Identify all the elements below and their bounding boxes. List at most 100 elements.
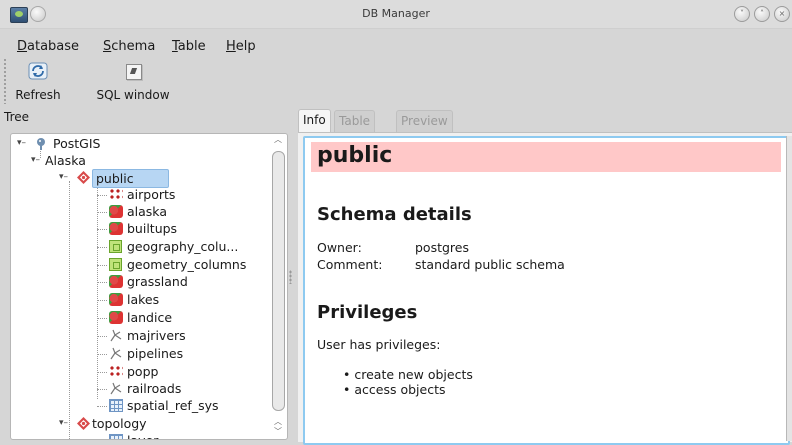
tree-guide [97,282,107,283]
tree-node-label: spatial_ref_sys [127,398,219,413]
tree-view[interactable]: ▾– PostGIS ▾– Alaska ▾– public airports … [10,133,288,440]
tree-node-label: geometry_columns [127,257,247,272]
schema-icon [77,417,90,430]
tree-node-label: railroads [127,381,182,396]
tree-guide [97,195,107,196]
tree-node-label: Alaska [45,153,86,168]
sql-window-button[interactable]: SQL window [92,58,174,104]
tree-node-label: landice [127,310,173,325]
maximize-button[interactable]: ˄ [754,6,770,22]
polygon-layer-icon [109,311,123,324]
tree-guide [97,300,107,301]
tree-guide [97,372,107,373]
polygon-layer-icon [109,222,123,235]
tab-preview[interactable]: Preview [396,110,453,132]
tree-guide [97,181,98,399]
polygon-layer-icon [109,205,123,218]
collapse-arrow-icon[interactable]: ▾– [59,169,68,186]
menu-table[interactable]: Table [172,39,206,54]
tree-node-label: grassland [127,274,188,289]
sql-window-icon [126,64,142,80]
tree-node-label: layer [127,432,158,439]
tree-node-label: popp [127,364,159,379]
menu-database[interactable]: Database [17,39,79,54]
refresh-button[interactable]: Refresh [10,58,66,104]
info-view: public Schema details Owner: postgres Co… [303,136,790,445]
menu-help-mnemonic: H [226,39,236,54]
menu-help-label: elp [235,39,256,54]
info-title: public [317,143,393,168]
tree-guide [97,336,107,337]
window-title: DB Manager [362,7,430,20]
privilege-text: access objects [354,382,446,397]
scroll-up-arrow-icon[interactable]: ︿ [272,135,284,145]
tree-guide [97,247,107,248]
minimize-button[interactable]: ˅ [734,6,750,22]
title-bar: DB Manager ˅ ˄ × [0,0,792,29]
collapse-arrow-icon[interactable]: ▾– [59,415,68,432]
tree-guide [97,229,107,230]
tree-node-label: topology [92,416,147,431]
toolbar: Refresh SQL window [0,56,792,106]
line-layer-icon [110,329,122,342]
scrollbar-thumb[interactable] [272,151,285,411]
polygon-layer-icon [109,293,123,306]
privilege-item: • access objects [343,382,446,397]
toolbar-grip[interactable] [3,58,7,104]
info-title-band: public [311,142,781,172]
menu-database-label: atabase [27,39,80,54]
tree-node-label: pipelines [127,346,184,361]
tree-node-label: PostGIS [53,136,101,151]
tab-info[interactable]: Info [298,109,331,133]
tree-node-label: alaska [127,204,167,219]
tree-node-label: airports [127,187,176,202]
view-icon [109,240,122,253]
view-icon [109,258,122,271]
tree-guide [97,389,107,390]
menu-table-label: able [177,39,206,54]
menu-schema[interactable]: Schema [103,39,155,54]
privileges-intro: User has privileges: [317,337,441,352]
tree-guide [69,181,70,439]
tree-node-label: geography_colu... [127,239,239,254]
schema-icon [77,171,90,184]
refresh-label: Refresh [15,88,61,102]
tree-node-label: builtups [127,221,178,236]
tree-guide [97,212,107,213]
scroll-up-arrow-icon[interactable]: ︿ [272,417,284,427]
schema-details-heading: Schema details [317,204,472,225]
line-layer-icon [110,347,122,360]
pane-splitter[interactable] [289,270,292,284]
owner-value: postgres [415,240,469,255]
tree-guide [97,406,107,407]
scroll-down-arrow-icon[interactable]: ﹀ [272,427,284,437]
menu-database-mnemonic: D [17,39,28,54]
table-icon [109,399,123,412]
menu-help[interactable]: Help [226,39,256,54]
sql-window-label: SQL window [96,88,170,102]
line-layer-icon [110,382,122,395]
table-icon [109,434,123,439]
info-scrollbar[interactable] [786,136,792,441]
privilege-text: create new objects [354,367,473,382]
point-layer-icon [109,365,123,378]
tree-dock-title: Tree [4,110,30,124]
comment-label: Comment: [317,257,383,272]
owner-label: Owner: [317,240,362,255]
menu-bar: Database Schema Table Help [0,28,792,54]
close-button[interactable]: × [774,6,790,22]
postgis-elephant-icon [37,138,45,150]
collapse-arrow-icon[interactable]: ▾– [17,135,26,152]
tree-guide [97,354,107,355]
tree-node-label: majrivers [127,328,186,343]
collapse-arrow-icon[interactable]: ▾– [31,152,40,169]
menu-schema-label: chema [111,39,156,54]
tab-table[interactable]: Table [334,110,376,132]
refresh-icon [28,62,48,80]
tree-guide [97,265,107,266]
comment-value: standard public schema [415,257,565,272]
polygon-layer-icon [109,275,123,288]
tree-scrollbar[interactable]: ︿ ︿ ﹀ [271,135,285,437]
tree-guide [97,318,107,319]
privilege-item: • create new objects [343,367,473,382]
